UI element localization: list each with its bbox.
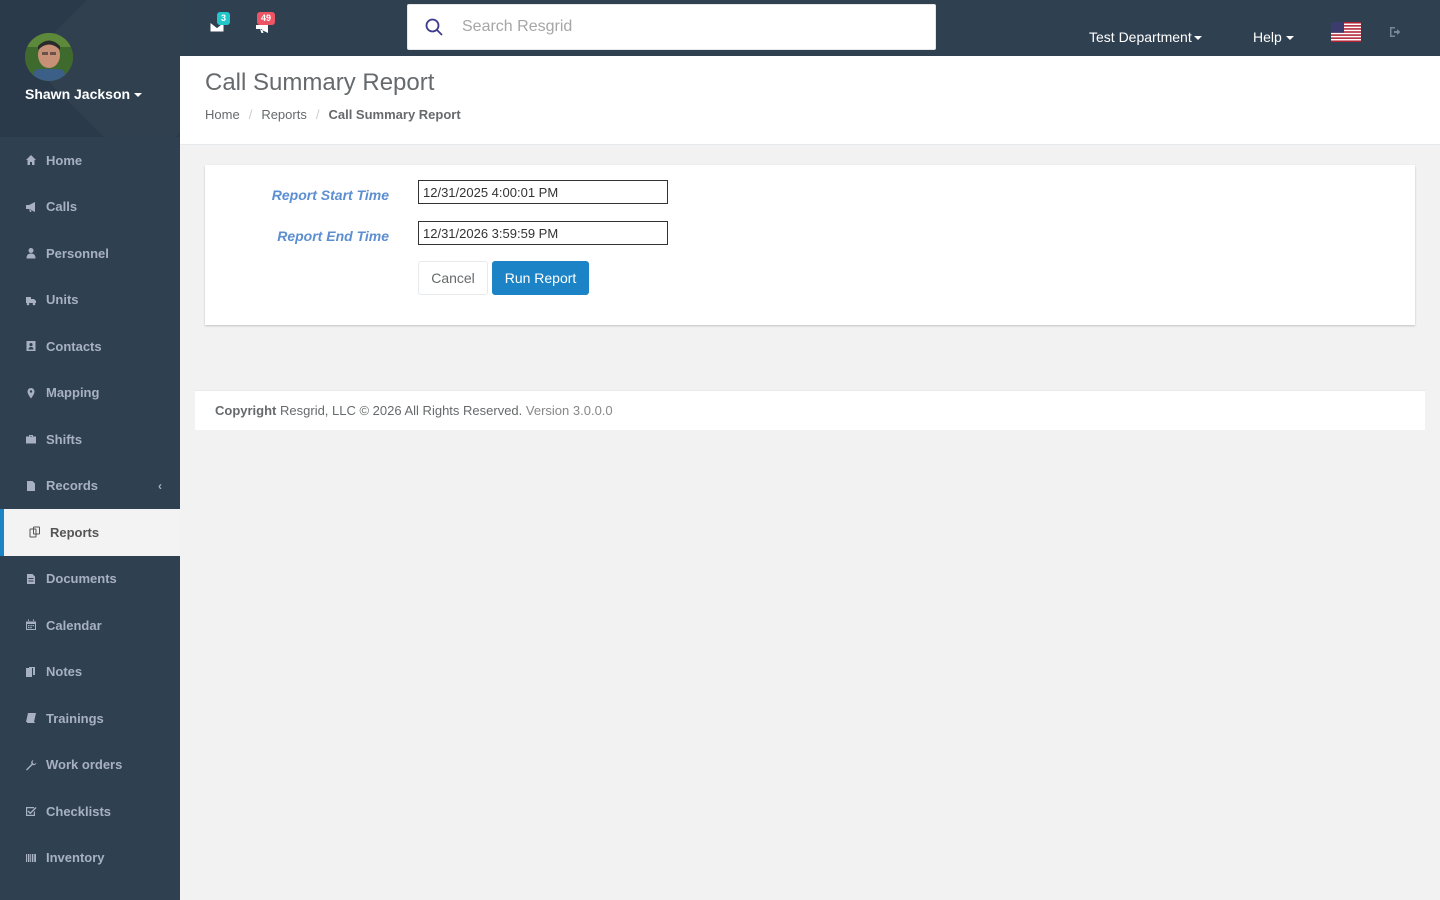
sidebar-item-label: Shifts [46, 431, 83, 447]
sidebar-item-records[interactable]: Records ‹ [0, 463, 180, 510]
sidebar-item-label: Contacts [46, 338, 102, 354]
document-icon [25, 573, 37, 585]
run-report-button[interactable]: Run Report [492, 261, 589, 295]
help-dropdown[interactable]: Help [1253, 29, 1294, 45]
sidebar-item-shifts[interactable]: Shifts [0, 416, 180, 463]
sidebar-item-units[interactable]: Units [0, 277, 180, 324]
sidebar-item-trainings[interactable]: Trainings [0, 695, 180, 742]
sidebar-item-label: Units [46, 292, 79, 308]
bullhorn-icon [25, 201, 37, 213]
sidebar-item-home[interactable]: Home [0, 137, 180, 184]
breadcrumb-separator: / [248, 107, 253, 122]
sidebar-item-label: Reports [50, 524, 100, 540]
caret-down-icon [134, 93, 143, 98]
sidebar-item-contacts[interactable]: Contacts [0, 323, 180, 370]
sidebar-item-label: Calls [46, 199, 78, 215]
sidebar-item-calendar[interactable]: Calendar [0, 602, 180, 649]
user-name: Shawn Jackson [25, 86, 131, 102]
user-menu-toggle[interactable]: Shawn Jackson [25, 86, 143, 102]
user-icon [25, 247, 37, 259]
caret-down-icon [1285, 36, 1294, 41]
wrench-icon [25, 759, 37, 771]
end-time-input[interactable] [418, 221, 668, 245]
sidebar-item-label: Checklists [46, 803, 112, 819]
calls-count-badge: 49 [257, 12, 276, 25]
logout-icon[interactable] [1389, 26, 1401, 38]
breadcrumb-current: Call Summary Report [328, 107, 461, 122]
briefcase-icon [25, 433, 37, 445]
book-icon [25, 712, 37, 724]
search-input[interactable] [462, 18, 902, 36]
calendar-icon [25, 619, 37, 631]
chevron-left-icon: ‹ [158, 478, 162, 493]
sidebar-item-calls[interactable]: Calls [0, 184, 180, 231]
start-time-input[interactable] [418, 180, 668, 204]
barcode-icon [25, 852, 37, 864]
us-flag-icon[interactable] [1331, 22, 1361, 42]
sidebar-item-documents[interactable]: Documents [0, 556, 180, 603]
version-text: Version 3.0.0.0 [525, 403, 613, 418]
sidebar-item-label: Trainings [46, 710, 104, 726]
caret-down-icon [1193, 36, 1202, 41]
department-name: Test Department [1089, 29, 1192, 45]
sidebar-nav: Home Calls Personnel Units Contacts Mapp… [0, 137, 180, 881]
breadcrumb-separator: / [315, 107, 320, 122]
checkbox-icon [25, 805, 37, 817]
sidebar-item-label: Documents [46, 571, 117, 587]
calls-button[interactable]: 49 [255, 12, 276, 36]
contact-card-icon [25, 340, 37, 352]
sidebar-item-label: Calendar [46, 617, 102, 633]
sidebar-item-label: Work orders [46, 757, 123, 773]
messages-count-badge: 3 [217, 12, 231, 25]
search-box[interactable] [407, 4, 936, 50]
sidebar: Shawn Jackson Home Calls Personnel Units… [0, 0, 180, 900]
footer: Copyright Resgrid, LLC © 2026 All Rights… [195, 390, 1425, 430]
sidebar-item-label: Mapping [46, 385, 100, 401]
sidebar-item-inventory[interactable]: Inventory [0, 835, 180, 882]
end-time-label: Report End Time [277, 228, 389, 244]
sidebar-item-label: Notes [46, 664, 83, 680]
search-icon [425, 18, 443, 36]
breadcrumb: Home / Reports / Call Summary Report [205, 107, 461, 122]
copyright-text: Resgrid, LLC © 2026 All Rights Reserved. [280, 403, 523, 418]
file-icon [25, 480, 37, 492]
page-title: Call Summary Report [205, 69, 435, 96]
home-icon [25, 154, 37, 166]
copyright-label: Copyright [215, 403, 277, 418]
report-form-card: Report Start Time Report End Time Cancel… [205, 165, 1415, 325]
top-navbar: 3 49 Test Department Help [180, 0, 1440, 56]
page-header: Call Summary Report Home / Reports / Cal… [180, 56, 1440, 145]
notes-icon [25, 666, 37, 678]
sidebar-item-mapping[interactable]: Mapping [0, 370, 180, 417]
help-label: Help [1253, 29, 1282, 45]
cancel-button[interactable]: Cancel [418, 261, 488, 295]
department-dropdown[interactable]: Test Department [1089, 29, 1202, 45]
sidebar-item-notes[interactable]: Notes [0, 649, 180, 696]
avatar[interactable] [25, 33, 73, 81]
reports-icon [29, 526, 41, 538]
sidebar-item-personnel[interactable]: Personnel [0, 230, 180, 277]
sidebar-item-work-orders[interactable]: Work orders [0, 742, 180, 789]
profile-panel: Shawn Jackson [0, 0, 180, 137]
truck-icon [25, 294, 37, 306]
sidebar-item-reports[interactable]: Reports [0, 509, 180, 556]
breadcrumb-home[interactable]: Home [205, 107, 240, 122]
sidebar-item-label: Inventory [46, 850, 105, 866]
start-time-label: Report Start Time [271, 187, 389, 203]
breadcrumb-reports[interactable]: Reports [261, 107, 307, 122]
map-marker-icon [25, 387, 37, 399]
sidebar-item-label: Records [46, 478, 99, 494]
sidebar-item-label: Personnel [46, 245, 109, 261]
sidebar-item-checklists[interactable]: Checklists [0, 788, 180, 835]
sidebar-item-label: Home [46, 152, 83, 168]
messages-button[interactable]: 3 [209, 12, 231, 36]
